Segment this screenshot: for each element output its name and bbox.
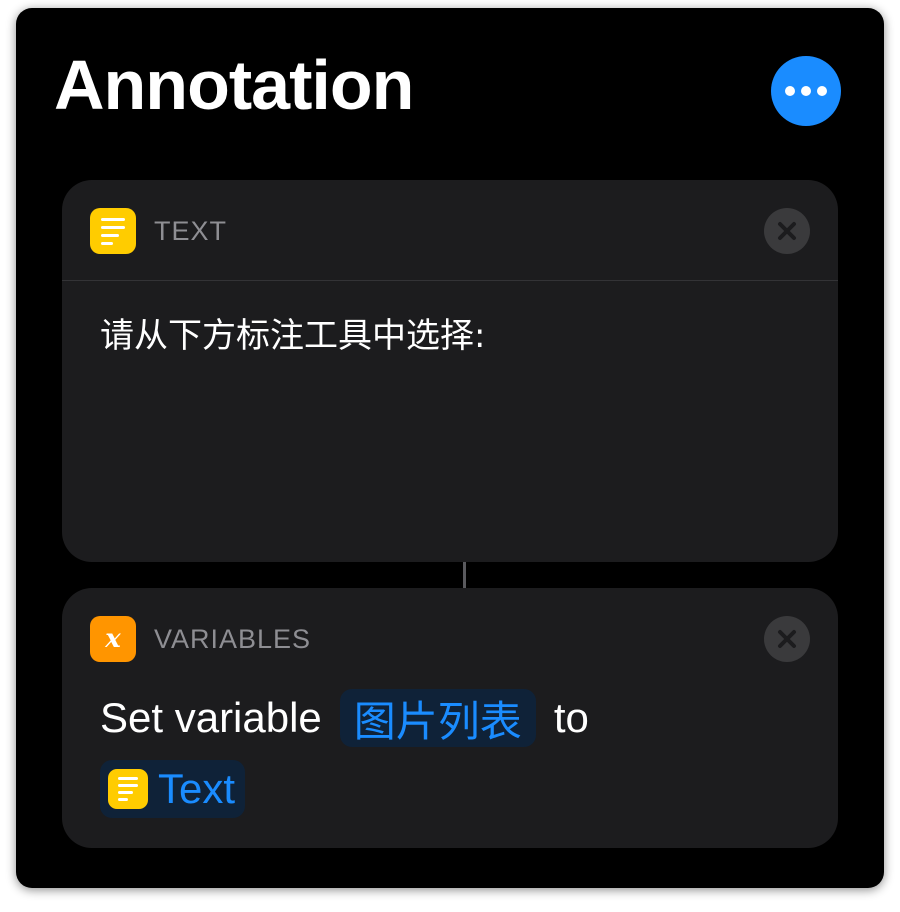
text-action-card[interactable]: TEXT 请从下方标注工具中选择: [62,180,838,562]
close-icon [778,222,796,240]
text-variable-label: Text [158,765,236,812]
set-variable-action-card[interactable]: x VARIABLES Set variable 图片列表 to Text [62,588,838,848]
close-icon [778,630,796,648]
variable-x-glyph: x [105,624,121,654]
text-action-header: TEXT [62,180,838,280]
page-title: Annotation [54,46,414,124]
action-connector-line [463,562,466,588]
text-lines-icon [90,208,136,254]
remove-action-button[interactable] [764,208,810,254]
action-category-label: TEXT [154,216,228,246]
connector-word: to [553,694,589,741]
text-variable-token[interactable]: Text [100,760,246,818]
shortcut-editor-window: Annotation TEXT 请从下方标注工具中选择: x VARIABLES… [16,8,884,888]
variable-name-token[interactable]: 图片列表 [339,689,536,747]
ellipsis-icon-dot [801,86,811,96]
card-divider [62,280,838,281]
variables-action-header: x VARIABLES [62,588,838,688]
set-variable-sentence: Set variable 图片列表 to [100,688,589,748]
text-lines-icon [108,769,148,809]
more-options-button[interactable] [771,56,841,126]
remove-action-button[interactable] [764,616,810,662]
action-category-label: VARIABLES [154,624,312,654]
set-variable-prefix: Set variable [100,694,322,741]
variable-value-row: Text [100,760,246,818]
text-action-input[interactable]: 请从下方标注工具中选择: [100,308,485,357]
variable-x-icon: x [90,616,136,662]
ellipsis-icon [785,86,795,96]
ellipsis-icon-dot [817,86,827,96]
